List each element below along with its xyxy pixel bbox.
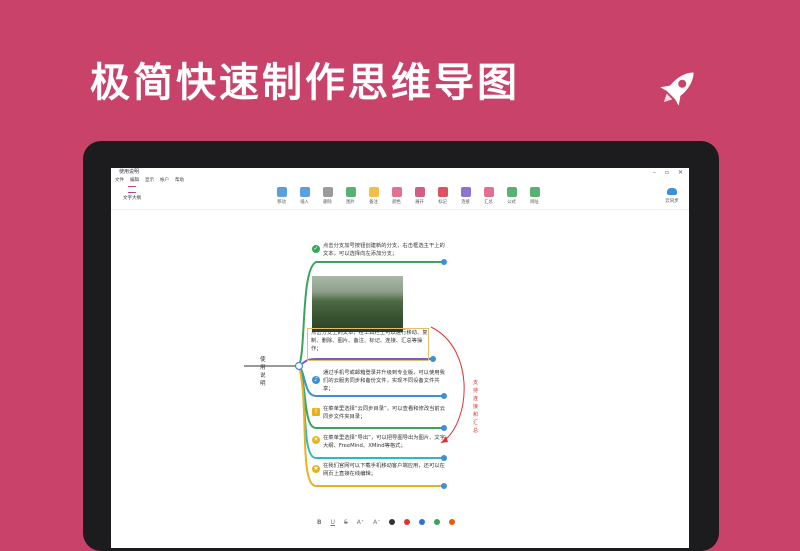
- tool-label: 颜色: [392, 200, 401, 205]
- color-swatch-3[interactable]: [434, 519, 441, 525]
- bold-button[interactable]: B: [317, 519, 322, 526]
- tool-label: 插入: [300, 200, 309, 205]
- image-icon: [345, 187, 356, 197]
- color-swatch-2[interactable]: [419, 519, 426, 525]
- delete-icon: [322, 187, 333, 197]
- sync-label: 云同步: [665, 199, 679, 204]
- palette-icon: [391, 187, 402, 197]
- tool-button-6[interactable]: 展开: [409, 187, 430, 205]
- star-icon: ★: [312, 465, 320, 473]
- color-swatch-0[interactable]: [389, 519, 396, 525]
- outline-label: 文字大纲: [123, 196, 141, 201]
- menu-file[interactable]: 文件: [115, 177, 124, 185]
- close-icon[interactable]: ✕: [678, 168, 683, 177]
- root-node[interactable]: 使用说明: [260, 355, 266, 387]
- tool-label: 删除: [323, 200, 332, 205]
- root-expand-handle: [294, 361, 304, 371]
- branch-handle-3: [441, 393, 447, 399]
- cloud-icon: [667, 188, 677, 195]
- branch-handle-1: [441, 259, 447, 265]
- underline-button[interactable]: U: [331, 519, 335, 526]
- menu-account[interactable]: 帐户: [160, 177, 169, 185]
- headline: 极简快速制作思维导图: [90, 60, 520, 106]
- minimize-icon[interactable]: –: [653, 168, 656, 177]
- bell-icon: ♪: [312, 376, 320, 384]
- tool-label: 汇总: [484, 200, 493, 205]
- tool-button-8[interactable]: 连接: [455, 187, 476, 205]
- branch-node-3[interactable]: 通过手机号或邮箱登录并升级到专业版，可以使用我们的云服务同步和备份文件，实现不同…: [323, 369, 447, 393]
- tool-button-1[interactable]: 插入: [294, 187, 315, 205]
- tool-label: 公式: [507, 200, 516, 205]
- font-smaller-button[interactable]: A⁻: [373, 519, 380, 526]
- branch-handle-4: [441, 425, 447, 431]
- tool-label: 移动: [277, 200, 286, 205]
- branch-node-6[interactable]: 在我们官网可以下载手机移动客户端应用，还可以在网页上直接在线编辑；: [323, 462, 447, 478]
- branch-handle-2: [430, 356, 436, 362]
- branch-handle-5: [441, 455, 447, 461]
- format-bar: B U S A⁺ A⁻: [311, 515, 489, 529]
- menu-bar: 文件 编辑 显示 帐户 帮助: [111, 177, 689, 185]
- color-swatches: [389, 519, 456, 525]
- toolbar: 文字大纲 移动 插入 删除 图片 备注 颜色 展开 标记 连接 汇总 公式 网址 云同步: [111, 185, 689, 210]
- summary-icon: [483, 187, 494, 197]
- rocket-icon: [660, 72, 694, 106]
- tool-group: 移动 插入 删除 图片 备注 颜色 展开 标记 连接 汇总 公式 网址: [271, 187, 545, 205]
- tool-label: 备注: [369, 200, 378, 205]
- tool-button-7[interactable]: 标记: [432, 187, 453, 205]
- color-swatch-1[interactable]: [404, 519, 411, 525]
- branch-node-4[interactable]: 在菜单里选择“云同步目录”，可以查看和修改当前云同步文件夹目录；: [323, 405, 447, 421]
- tool-label: 标记: [438, 200, 447, 205]
- flag-icon: [437, 187, 448, 197]
- maximize-icon[interactable]: ▫: [665, 168, 669, 177]
- expand-icon: [414, 187, 425, 197]
- insert-icon: [299, 187, 310, 197]
- title-bar: 使用说明 – ▫ ✕: [111, 168, 689, 177]
- list-icon: [128, 186, 136, 193]
- idea-icon: ☀: [312, 436, 320, 444]
- link-icon: [529, 187, 540, 197]
- tool-button-11[interactable]: 网址: [524, 187, 545, 205]
- formula-icon: [506, 187, 517, 197]
- branch-image[interactable]: [312, 276, 403, 332]
- tool-label: 图片: [346, 200, 355, 205]
- tool-button-9[interactable]: 汇总: [478, 187, 499, 205]
- tool-button-0[interactable]: 移动: [271, 187, 292, 205]
- check-icon: ✓: [312, 245, 320, 253]
- tool-button-5[interactable]: 颜色: [386, 187, 407, 205]
- tool-label: 网址: [530, 200, 539, 205]
- branch-node-1[interactable]: 点击分支加号按钮创建新的分支，右击框选主干上的文本，可以选择向左添加分支；: [323, 242, 448, 258]
- color-swatch-4[interactable]: [449, 519, 456, 525]
- branch-node-2[interactable]: 点击分支上的文本，在工具栏上可以进行移动、复制、删除、图片、备注、标记、连接、汇…: [311, 329, 429, 353]
- sync-button[interactable]: 云同步: [661, 188, 683, 204]
- menu-edit[interactable]: 编辑: [130, 177, 139, 185]
- menu-help[interactable]: 帮助: [175, 177, 184, 185]
- branch-handle-6: [441, 483, 447, 489]
- tool-label: 连接: [461, 200, 470, 205]
- connect-icon: [460, 187, 471, 197]
- connection-label[interactable]: 支持连接和汇总: [473, 379, 478, 435]
- move-icon: [276, 187, 287, 197]
- tool-button-4[interactable]: 备注: [363, 187, 384, 205]
- menu-view[interactable]: 显示: [145, 177, 154, 185]
- tool-button-3[interactable]: 图片: [340, 187, 361, 205]
- tool-button-2[interactable]: 删除: [317, 187, 338, 205]
- note-icon: [368, 187, 379, 197]
- outline-button[interactable]: 文字大纲: [119, 186, 145, 201]
- branch-node-5[interactable]: 在菜单里选择“导出”，可以把导图导出为图片、文字大纲、FreeMind、XMin…: [323, 434, 447, 450]
- warning-icon: !: [312, 408, 320, 416]
- window-title: 使用说明: [119, 169, 140, 175]
- tool-label: 展开: [415, 200, 424, 205]
- strikethrough-button[interactable]: S: [344, 519, 348, 526]
- app-window: 使用说明 – ▫ ✕ 文件 编辑 显示 帐户 帮助 文字大纲 移动 插入 删除 图片 备…: [111, 168, 689, 548]
- font-larger-button[interactable]: A⁺: [357, 519, 364, 526]
- tool-button-10[interactable]: 公式: [501, 187, 522, 205]
